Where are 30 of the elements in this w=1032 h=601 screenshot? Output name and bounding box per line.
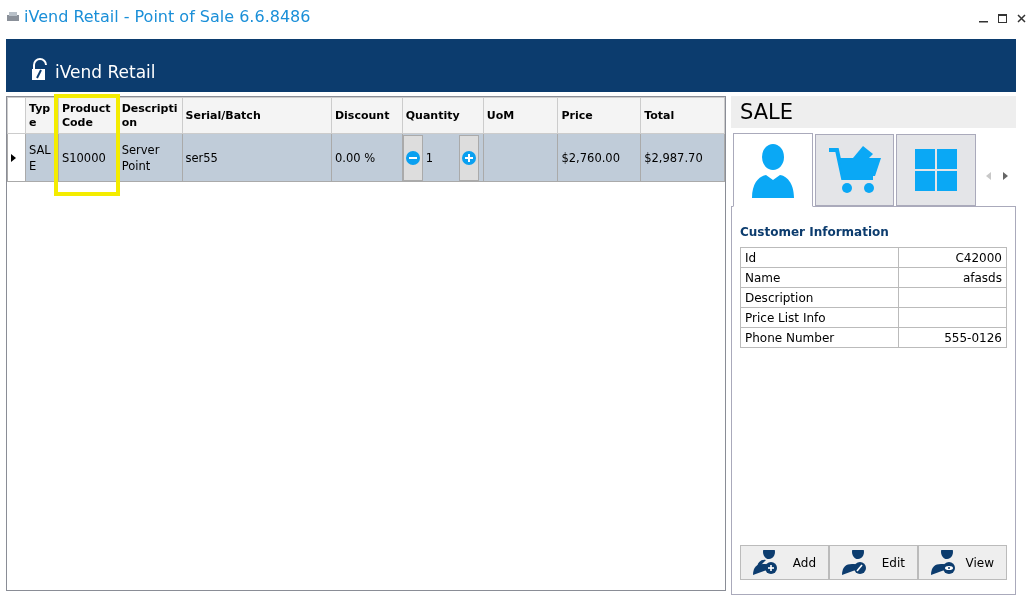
section-title: Customer Information: [740, 224, 890, 241]
field-label: Name: [745, 270, 781, 285]
column-header[interactable]: Discount: [331, 97, 403, 134]
field-value: C42000: [955, 250, 1002, 265]
customer-edit-button[interactable]: Edit: [829, 545, 918, 580]
logo-text: iVend Retail: [55, 63, 156, 81]
customer-view-button[interactable]: View: [918, 545, 1007, 580]
column-header[interactable]: Total: [640, 97, 725, 134]
table-cell: S10000: [61, 150, 106, 165]
table-cell: SALE: [28, 142, 51, 173]
customer-add-button[interactable]: Add: [740, 545, 829, 580]
field-label: Price List Info: [745, 310, 826, 325]
column-header[interactable]: UoM: [483, 97, 558, 134]
quantity-value: 1: [424, 149, 435, 166]
column-header[interactable]: Quantity: [402, 97, 484, 134]
column-header[interactable]: Description: [118, 97, 182, 134]
table-cell: $2,760.00: [561, 150, 620, 165]
table-cell: Server Point: [121, 142, 160, 173]
table-cell: 0.00 %: [334, 150, 376, 165]
field-label: Id: [745, 250, 757, 265]
field-value: 555-0126: [944, 330, 1002, 345]
field-label: Description: [745, 290, 814, 305]
table-cell: ser55: [185, 150, 218, 165]
window-title: iVend Retail - Point of Sale 6.6.8486: [24, 5, 311, 28]
column-header[interactable]: Price: [557, 97, 641, 134]
field-value: afasds: [962, 270, 1002, 285]
panel-title: SALE: [731, 96, 1016, 128]
table-cell: $2,987.70: [644, 150, 703, 165]
column-header[interactable]: Serial/Batch: [182, 97, 332, 134]
field-label: Phone Number: [745, 330, 835, 345]
